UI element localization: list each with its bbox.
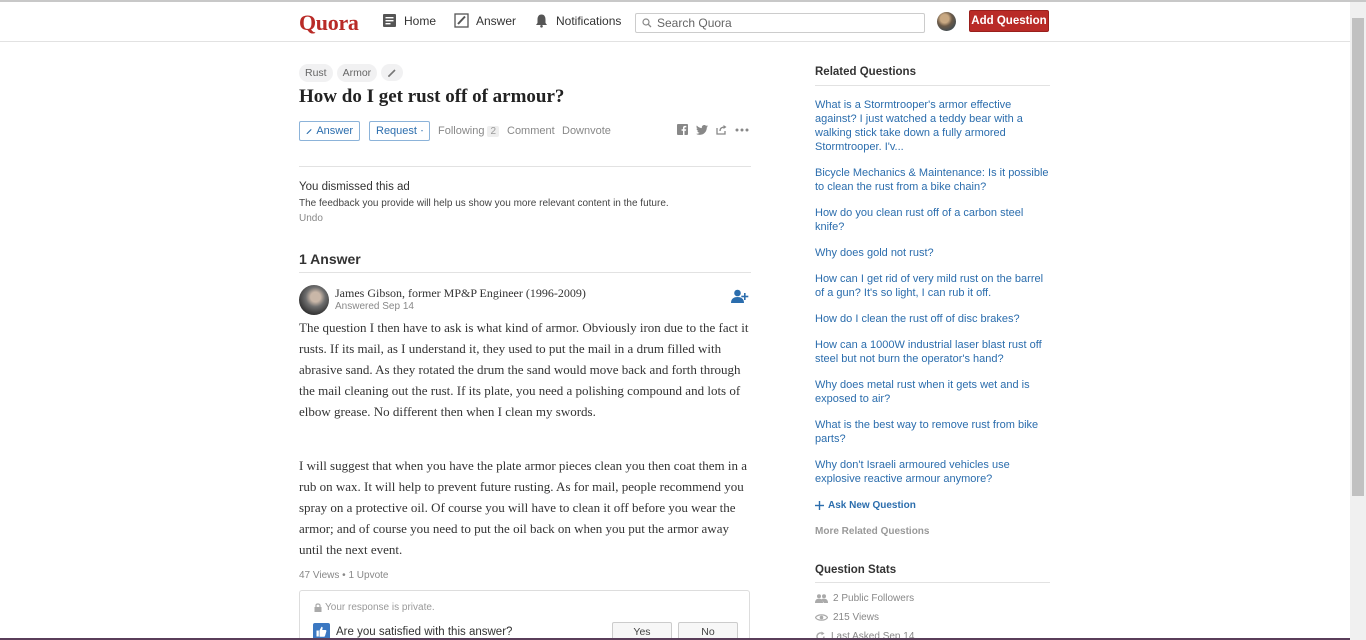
nav-notifications-label: Notifications — [556, 13, 622, 28]
top-nav-bar: Quora Home Answer Notifications Search Q… — [0, 2, 1350, 42]
related-question-link[interactable]: How can a 1000W industrial laser blast r… — [815, 338, 1052, 366]
quora-logo[interactable]: Quora — [299, 10, 359, 36]
topic-tags: Rust Armor — [299, 64, 404, 82]
answered-date[interactable]: Answered Sep 14 — [335, 301, 414, 312]
satisfaction-question-text: Are you satisfied with this answer? — [336, 625, 513, 638]
twitter-icon[interactable] — [696, 124, 708, 135]
tag-armor[interactable]: Armor — [336, 64, 378, 82]
question-title: How do I get rust off of armour? — [299, 86, 565, 107]
ask-new-question-label: Ask New Question — [828, 500, 916, 511]
nav-home[interactable]: Home — [382, 13, 436, 28]
related-question-link[interactable]: Why don't Israeli armoured vehicles use … — [815, 458, 1052, 486]
eye-icon — [815, 614, 828, 621]
nav-notifications[interactable]: Notifications — [534, 13, 621, 28]
facebook-icon[interactable] — [677, 124, 688, 135]
tag-rust[interactable]: Rust — [299, 64, 333, 82]
pencil-icon — [388, 68, 396, 77]
divider — [299, 166, 751, 167]
related-question-link[interactable]: How do I clean the rust off of disc brak… — [815, 312, 1052, 326]
following-label: Following — [438, 125, 485, 137]
answer-stats[interactable]: 47 Views • 1 Upvote — [299, 570, 388, 581]
stat-followers: 2 Public Followers — [815, 593, 914, 604]
request-button-label: Request — [376, 125, 417, 137]
more-related-questions-link[interactable]: More Related Questions — [815, 526, 929, 537]
comment-button[interactable]: Comment — [507, 125, 555, 137]
pencil-icon — [306, 128, 312, 134]
share-icons — [677, 124, 749, 135]
answer-paragraph: The question I then have to ask is what … — [299, 320, 749, 419]
related-question-link[interactable]: Bicycle Mechanics & Maintenance: Is it p… — [815, 166, 1052, 194]
stat-followers-text[interactable]: 2 Public Followers — [833, 593, 914, 604]
add-question-button[interactable]: Add Question — [969, 10, 1049, 32]
pencil-icon — [454, 13, 469, 28]
dismissed-ad-title: You dismissed this ad — [299, 181, 410, 193]
related-questions-title: Related Questions — [815, 66, 916, 78]
answer-feedback-box: Your response is private. Are you satisf… — [299, 590, 750, 640]
answer-button-label: Answer — [316, 125, 353, 137]
edit-topics-button[interactable] — [381, 64, 404, 81]
ask-new-question-link[interactable]: Ask New Question — [815, 500, 916, 511]
stat-views-text: 215 Views — [833, 612, 879, 623]
answer-button[interactable]: Answer — [299, 121, 360, 141]
related-question-link[interactable]: Why does gold not rust? — [815, 246, 1052, 260]
chevron-down-icon — [420, 130, 423, 132]
share-icon[interactable] — [716, 124, 727, 135]
search-input[interactable]: Search Quora — [635, 13, 925, 33]
answer-paragraph: I will suggest that when you have the pl… — [299, 458, 747, 557]
undo-link[interactable]: Undo — [299, 213, 323, 224]
plus-icon — [815, 501, 824, 510]
question-stats-title: Question Stats — [815, 564, 897, 576]
more-options-icon[interactable] — [735, 128, 749, 132]
lock-icon — [314, 603, 322, 612]
divider — [815, 85, 1050, 86]
divider — [299, 272, 751, 273]
private-note-text: Your response is private. — [325, 602, 435, 613]
author-avatar[interactable] — [299, 285, 329, 315]
stat-views: 215 Views — [815, 612, 879, 623]
dismissed-ad-text: The feedback you provide will help us sh… — [299, 198, 669, 209]
divider — [815, 582, 1050, 583]
bell-icon — [536, 14, 547, 28]
related-question-link[interactable]: What is the best way to remove rust from… — [815, 418, 1052, 446]
answer-count: 1 Answer — [299, 251, 361, 267]
question-actions: Answer Request Following 2 Comment Downvo… — [299, 121, 751, 141]
nav-home-label: Home — [404, 13, 437, 28]
related-question-link[interactable]: What is a Stormtrooper's armor effective… — [815, 98, 1052, 154]
scrollbar-thumb[interactable] — [1352, 18, 1364, 496]
search-placeholder: Search Quora — [657, 16, 732, 30]
home-icon — [383, 14, 396, 27]
add-user-icon — [731, 289, 749, 303]
request-button[interactable]: Request — [369, 121, 430, 141]
related-question-link[interactable]: How do you clean rust off of a carbon st… — [815, 206, 1052, 234]
following-button[interactable]: Following 2 — [438, 125, 500, 137]
downvote-button[interactable]: Downvote — [562, 125, 611, 137]
followers-icon — [815, 594, 828, 603]
user-avatar[interactable] — [937, 12, 956, 31]
nav-answer-label: Answer — [476, 13, 517, 28]
related-question-link[interactable]: How can I get rid of very mild rust on t… — [815, 272, 1052, 300]
follow-author-button[interactable] — [731, 289, 749, 309]
following-count: 2 — [487, 126, 500, 137]
private-note: Your response is private. — [314, 602, 435, 613]
author-name[interactable]: James Gibson, former MP&P Engineer (1996… — [335, 286, 586, 301]
nav-answer[interactable]: Answer — [454, 13, 516, 28]
related-question-link[interactable]: Why does metal rust when it gets wet and… — [815, 378, 1052, 406]
search-icon — [642, 18, 652, 28]
